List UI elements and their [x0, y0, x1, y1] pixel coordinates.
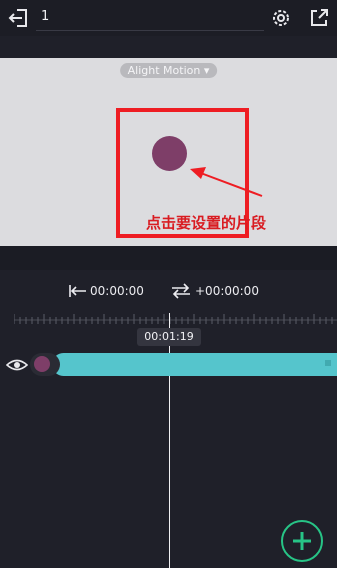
go-to-start-icon[interactable] [68, 284, 88, 298]
exit-button[interactable] [6, 5, 32, 31]
start-timecode: 00:00:00 [90, 284, 144, 298]
eye-icon[interactable] [6, 357, 28, 373]
timeline-ruler[interactable] [14, 313, 337, 327]
offset-timecode: +00:00:00 [195, 284, 259, 298]
playhead[interactable] [169, 313, 170, 568]
playhead-timecode: 00:01:19 [137, 328, 201, 346]
title-underline [36, 30, 264, 31]
layer-thumbnail[interactable] [34, 356, 50, 372]
export-button[interactable] [306, 5, 332, 31]
exit-icon [8, 9, 27, 27]
project-name[interactable]: 1 [41, 9, 49, 24]
add-layer-button[interactable] [281, 520, 323, 562]
settings-gear-icon [273, 10, 289, 26]
drag-handle-icon[interactable] [324, 358, 332, 368]
export-icon [311, 9, 328, 26]
settings-button[interactable] [268, 5, 294, 31]
loop-icon[interactable] [170, 283, 192, 299]
annotation-text: 点击要设置的片段 [146, 214, 267, 232]
panel-divider [0, 246, 337, 270]
layer-track[interactable] [52, 353, 337, 376]
add-icon [293, 532, 311, 550]
